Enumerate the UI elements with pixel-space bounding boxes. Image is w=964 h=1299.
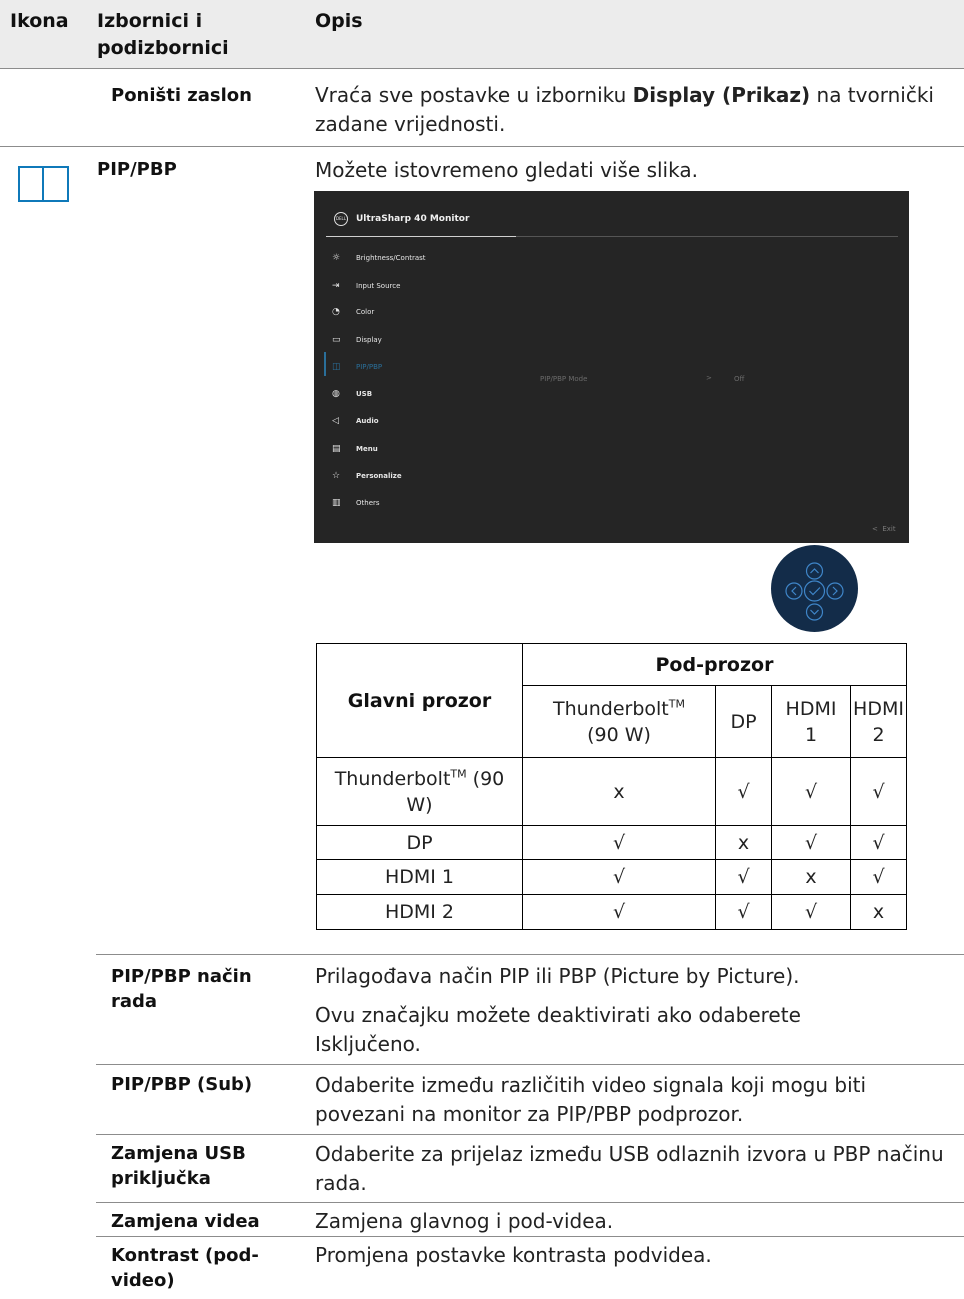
reset-display-description: Vraća sve postavke u izborniku Display (… [315,83,934,136]
matrix-cell: √ [522,859,716,895]
matrix-cell: √ [522,894,716,930]
osd-item-input-source[interactable]: ⇥ Input Source [332,278,532,294]
matrix-cell: √ [850,859,907,895]
osd-item-menu[interactable]: ▤ Menu [332,441,532,457]
sub-col-thunderbolt: ThunderboltTM (90 W) [522,685,716,758]
matrix-cell: √ [522,825,716,860]
osd-item-pip-pbp[interactable]: ◫ PIP/PBP [332,359,532,375]
row-divider [96,1064,964,1065]
matrix-cell: x [715,825,772,860]
monitor-icon: ▭ [332,335,341,345]
matrix-cell: x [522,757,716,826]
matrix-cell: x [850,894,907,930]
main-row-thunderbolt: ThunderboltTM (90 W) [316,757,523,826]
header-divider [0,68,964,69]
video-swap-description: Zamjena glavnog i pod-videa. [315,1209,614,1233]
row-divider [96,1236,964,1237]
reset-display-name: Poništi zaslon [111,85,252,106]
pip-pbp-description: Možete istovremeno gledati više slika. [315,158,698,182]
usb-swap-name: Zamjena USB priključka [111,1143,246,1189]
matrix-cell: √ [771,825,851,860]
others-icon: ▥ [332,498,341,508]
osd-title-underline [326,236,516,237]
pip-pbp-name: PIP/PBP [97,159,177,180]
speaker-icon: ◁ [332,416,339,426]
matrix-cell: √ [715,757,772,826]
pip-source-matrix: Glavni prozor Pod-prozor ThunderboltTM (9… [316,643,907,930]
color-palette-icon: ◔ [332,307,340,317]
check-icon [803,580,826,602]
joystick-controller [771,545,858,632]
table-row: ThunderboltTM (90 W) x √ √ √ [316,757,907,826]
sun-icon: ☼ [332,253,341,263]
osd-item-color[interactable]: ◔ Color [332,304,532,320]
pip-pbp-mode-label[interactable]: PIP/PBP Mode [540,375,587,383]
table-header: Ikona Izbornici i podizbornici Opis [0,0,964,68]
main-row-hdmi1: HDMI 1 [316,859,523,895]
row-divider [96,1134,964,1135]
matrix-cell: x [771,859,851,895]
header-description-column: Opis [315,10,363,32]
row-divider [96,954,964,955]
table-row: HDMI 1 √ √ x √ [316,859,907,895]
main-row-dp: DP [316,825,523,860]
pip-pbp-sub-description: Odaberite između različitih video signal… [315,1073,867,1126]
input-source-icon: ⇥ [332,281,340,291]
sub-col-dp: DP [715,685,772,758]
pip-pbp-mode-description-1: Prilagođava način PIP ili PBP (Picture b… [315,964,800,988]
osd-item-brightness-contrast[interactable]: ☼ Brightness/Contrast [332,250,532,266]
joystick-icons [785,562,844,621]
osd-item-usb[interactable]: ◍ USB [332,386,532,402]
pip-pbp-icon: ◫ [332,362,341,372]
star-icon: ☆ [332,471,341,481]
matrix-cell: √ [715,894,772,930]
osd-exit-button[interactable]: < Exit [872,525,896,533]
table-row: DP √ x √ √ [316,825,907,860]
matrix-cell: √ [715,859,772,895]
osd-item-personalize[interactable]: ☆ Personalize [332,468,532,484]
osd-item-audio[interactable]: ◁ Audio [332,413,532,429]
chevron-up-icon [805,562,824,580]
osd-item-display[interactable]: ▭ Display [332,332,532,348]
chevron-right-icon [826,582,844,600]
matrix-cell: √ [771,894,851,930]
chevron-left-icon: < [872,525,878,533]
osd-header-divider [516,236,898,237]
usb-swap-description: Odaberite za prijelaz između USB odlazni… [315,1142,944,1195]
chevron-left-icon [785,582,803,600]
osd-title: UltraSharp 40 Monitor [356,214,470,224]
main-row-hdmi2: HDMI 2 [316,894,523,930]
chevron-right-icon: > [706,374,712,382]
menu-icon: ▤ [332,444,341,454]
contrast-sub-video-description: Promjena postavke kontrasta podvidea. [315,1243,712,1267]
row-divider [96,1202,964,1203]
sub-col-hdmi1: HDMI 1 [771,685,851,758]
pip-pbp-sub-name: PIP/PBP (Sub) [111,1074,253,1095]
osd-selection-bar [324,352,326,376]
matrix-cell: √ [850,825,907,860]
pip-pbp-mode-description-2: Ovu značajku možete deaktivirati ako oda… [315,1003,801,1056]
pip-pbp-mode-name: PIP/PBP način rada [111,966,252,1012]
matrix-cell: √ [850,757,907,826]
contrast-sub-video-name: Kontrast (pod-video) [111,1245,259,1291]
main-window-header: Glavni prozor [316,643,523,758]
sub-col-hdmi2: HDMI 2 [850,685,907,758]
header-icon-column: Ikona [10,10,69,32]
mouse-icon: ◍ [332,389,340,399]
display-menu-reference: Display (Prikaz) [632,83,811,107]
header-menus-column: Izbornici i podizbornici [97,10,229,59]
video-swap-name: Zamjena videa [111,1211,260,1232]
osd-menu-screenshot: DELL UltraSharp 40 Monitor ☼ Brightness/C… [314,191,909,543]
osd-item-others[interactable]: ▥ Others [332,495,532,511]
row-divider [0,146,964,147]
pip-pbp-mode-value: Off [734,375,745,383]
chevron-down-icon [805,603,824,621]
pip-pbp-icon [18,166,69,202]
dell-logo-icon: DELL [334,212,348,226]
matrix-cell: √ [771,757,851,826]
sub-window-header: Pod-prozor [522,643,907,686]
table-row: HDMI 2 √ √ √ x [316,894,907,930]
